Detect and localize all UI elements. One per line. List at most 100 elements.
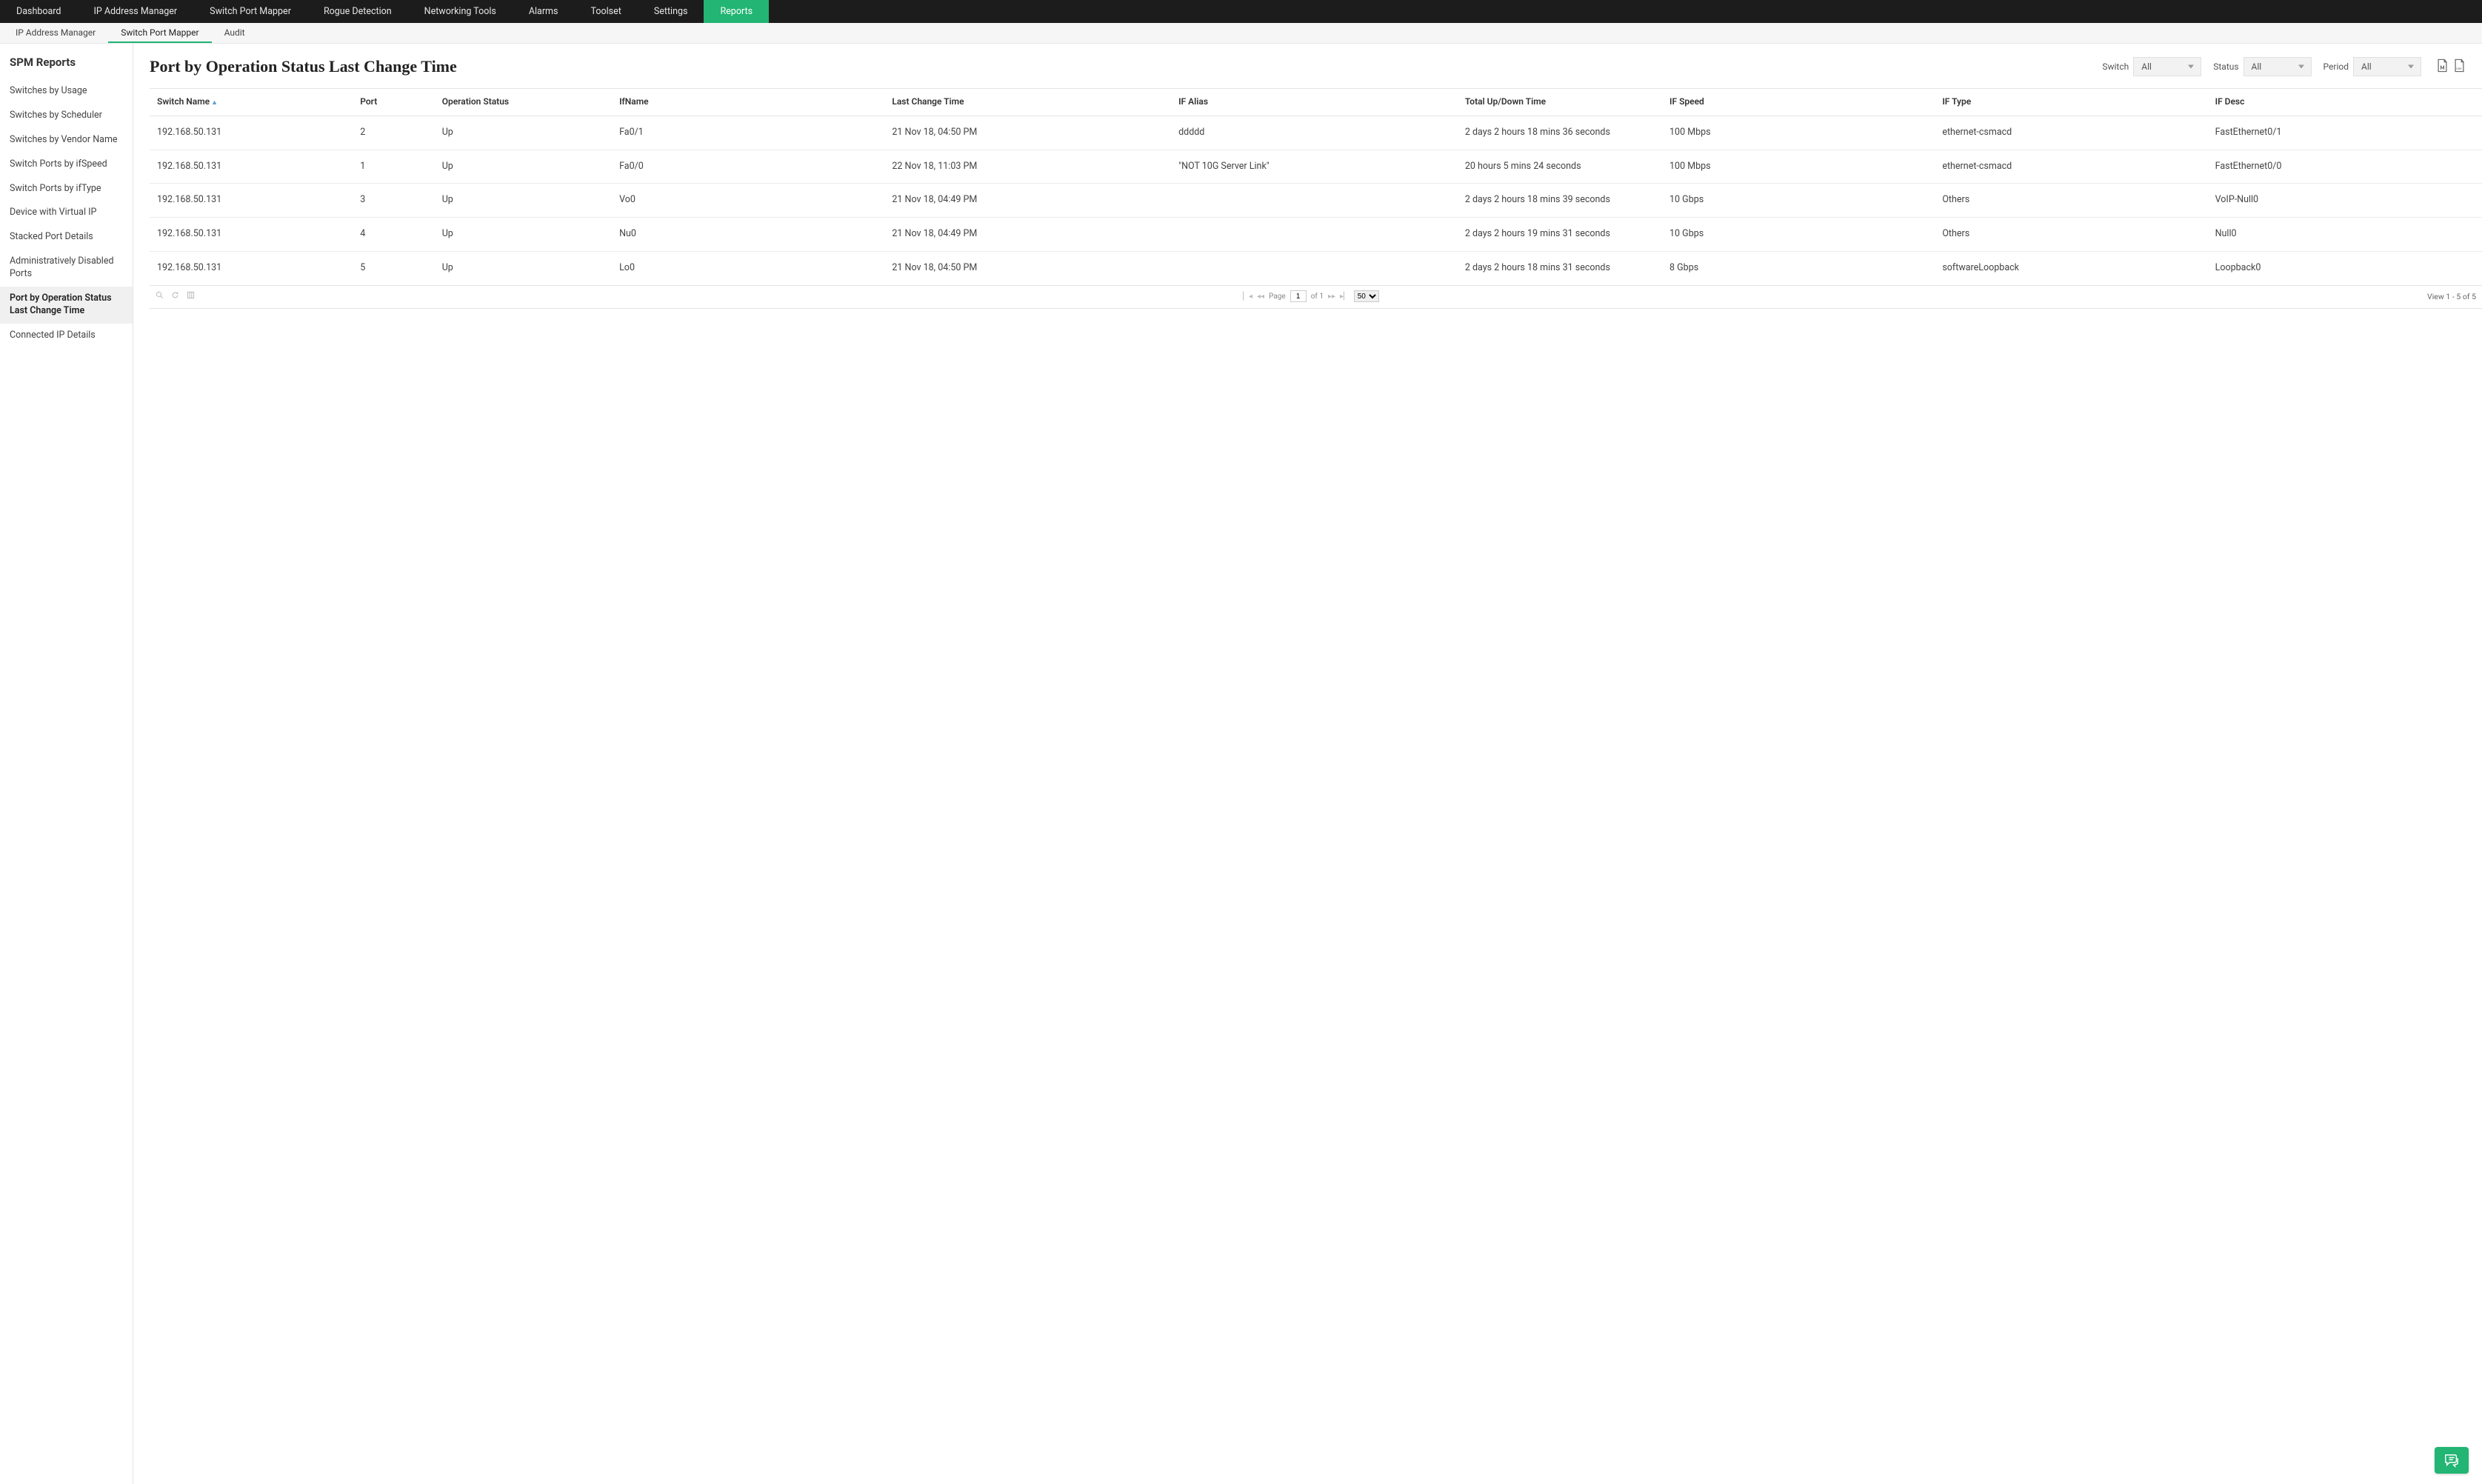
- column-header[interactable]: Last Change Time: [886, 89, 1172, 116]
- topnav-item-networking-tools[interactable]: Networking Tools: [408, 0, 513, 23]
- cell-alias: ddddd: [1172, 116, 1459, 150]
- cell-port: 2: [354, 116, 436, 150]
- table-footer: ▏◂ ◂◂ Page of 1 ▸▸ ▸▏ 50 View 1 - 5 of 5: [150, 286, 2482, 309]
- export-pdf-icon[interactable]: [2436, 59, 2449, 76]
- refresh-icon[interactable]: [171, 291, 179, 301]
- top-nav: DashboardIP Address ManagerSwitch Port M…: [0, 0, 2482, 23]
- pager-last-button[interactable]: ▸▏: [1340, 293, 1350, 301]
- cell-ifname: Nu0: [613, 218, 886, 252]
- cell-op: Up: [436, 184, 613, 218]
- cell-op: Up: [436, 116, 613, 150]
- cell-port: 1: [354, 150, 436, 184]
- topnav-item-alarms[interactable]: Alarms: [513, 0, 575, 23]
- cell-iftype: Others: [1936, 218, 2209, 252]
- column-header[interactable]: IfName: [613, 89, 886, 116]
- column-header[interactable]: Switch Name▲: [150, 89, 354, 116]
- sidebar-item[interactable]: Switches by Vendor Name: [0, 128, 133, 153]
- column-header[interactable]: IF Speed: [1664, 89, 1936, 116]
- column-header[interactable]: Operation Status: [436, 89, 613, 116]
- cell-updown: 2 days 2 hours 18 mins 39 seconds: [1459, 184, 1664, 218]
- cell-updown: 2 days 2 hours 18 mins 31 seconds: [1459, 252, 1664, 286]
- cell-switch: 192.168.50.131: [150, 252, 354, 286]
- cell-iftype: softwareLoopback: [1936, 252, 2209, 286]
- topnav-item-reports[interactable]: Reports: [704, 0, 769, 23]
- cell-updown: 20 hours 5 mins 24 seconds: [1459, 150, 1664, 184]
- search-icon[interactable]: [156, 291, 164, 301]
- subnav-item-ip-address-manager[interactable]: IP Address Manager: [3, 23, 108, 43]
- filter-bar: Switch All Status All Period All csv: [2102, 57, 2466, 76]
- filter-switch-label: Switch: [2102, 61, 2129, 72]
- pager-prev-button[interactable]: ◂◂: [1257, 293, 1264, 301]
- subnav-item-switch-port-mapper[interactable]: Switch Port Mapper: [108, 23, 211, 43]
- pager-size-select[interactable]: 50: [1354, 290, 1379, 302]
- cell-switch: 192.168.50.131: [150, 150, 354, 184]
- sidebar-item[interactable]: Stacked Port Details: [0, 225, 133, 250]
- cell-ifname: Vo0: [613, 184, 886, 218]
- column-header[interactable]: Port: [354, 89, 436, 116]
- sidebar-item[interactable]: Connected IP Details: [0, 324, 133, 348]
- cell-op: Up: [436, 252, 613, 286]
- cell-lct: 22 Nov 18, 11:03 PM: [886, 150, 1172, 184]
- cell-port: 3: [354, 184, 436, 218]
- pager-page-label: Page: [1269, 293, 1286, 301]
- cell-iftype: ethernet-csmacd: [1936, 116, 2209, 150]
- cell-ifname: Fa0/0: [613, 150, 886, 184]
- topnav-item-switch-port-mapper[interactable]: Switch Port Mapper: [193, 0, 307, 23]
- cell-alias: "NOT 10G Server Link": [1172, 150, 1459, 184]
- filter-switch-dropdown[interactable]: All: [2133, 57, 2201, 76]
- cell-ifdesc: Loopback0: [2209, 252, 2482, 286]
- table-row[interactable]: 192.168.50.1312UpFa0/121 Nov 18, 04:50 P…: [150, 116, 2482, 150]
- pager-page-input[interactable]: [1290, 290, 1307, 302]
- cell-ifname: Lo0: [613, 252, 886, 286]
- chat-button[interactable]: [2435, 1447, 2469, 1474]
- column-header[interactable]: Total Up/Down Time: [1459, 89, 1664, 116]
- column-header[interactable]: IF Alias: [1172, 89, 1459, 116]
- filter-period-dropdown[interactable]: All: [2353, 57, 2421, 76]
- table-row[interactable]: 192.168.50.1315UpLo021 Nov 18, 04:50 PM2…: [150, 252, 2482, 286]
- cell-speed: 10 Gbps: [1664, 184, 1936, 218]
- cell-ifdesc: FastEthernet0/0: [2209, 150, 2482, 184]
- table-row[interactable]: 192.168.50.1314UpNu021 Nov 18, 04:49 PM2…: [150, 218, 2482, 252]
- sidebar-item[interactable]: Switches by Scheduler: [0, 104, 133, 128]
- svg-text:csv: csv: [2456, 67, 2462, 70]
- table-row[interactable]: 192.168.50.1311UpFa0/022 Nov 18, 11:03 P…: [150, 150, 2482, 184]
- topnav-item-rogue-detection[interactable]: Rogue Detection: [307, 0, 408, 23]
- topnav-item-dashboard[interactable]: Dashboard: [0, 0, 77, 23]
- topnav-item-settings[interactable]: Settings: [638, 0, 704, 23]
- cell-iftype: Others: [1936, 184, 2209, 218]
- sidebar-item[interactable]: Port by Operation Status Last Change Tim…: [0, 287, 133, 324]
- cell-ifdesc: FastEthernet0/1: [2209, 116, 2482, 150]
- columns-icon[interactable]: [187, 291, 195, 301]
- topnav-item-toolset[interactable]: Toolset: [574, 0, 637, 23]
- pager-first-button[interactable]: ▏◂: [1243, 293, 1252, 301]
- cell-switch: 192.168.50.131: [150, 116, 354, 150]
- cell-lct: 21 Nov 18, 04:50 PM: [886, 252, 1172, 286]
- table-row[interactable]: 192.168.50.1313UpVo021 Nov 18, 04:49 PM2…: [150, 184, 2482, 218]
- filter-status-dropdown[interactable]: All: [2244, 57, 2312, 76]
- cell-alias: [1172, 184, 1459, 218]
- cell-lct: 21 Nov 18, 04:49 PM: [886, 184, 1172, 218]
- cell-lct: 21 Nov 18, 04:50 PM: [886, 116, 1172, 150]
- pager-page-of: of 1: [1311, 293, 1324, 301]
- sidebar-item[interactable]: Switches by Usage: [0, 79, 133, 104]
- sidebar-item[interactable]: Device with Virtual IP: [0, 201, 133, 225]
- cell-op: Up: [436, 218, 613, 252]
- pager-next-button[interactable]: ▸▸: [1328, 293, 1335, 301]
- cell-updown: 2 days 2 hours 19 mins 31 seconds: [1459, 218, 1664, 252]
- cell-ifdesc: VoIP-Null0: [2209, 184, 2482, 218]
- page-title: Port by Operation Status Last Change Tim…: [150, 57, 2102, 76]
- export-csv-icon[interactable]: csv: [2453, 59, 2466, 76]
- cell-speed: 100 Mbps: [1664, 150, 1936, 184]
- column-header[interactable]: IF Desc: [2209, 89, 2482, 116]
- sidebar-item[interactable]: Administratively Disabled Ports: [0, 250, 133, 287]
- topnav-item-ip-address-manager[interactable]: IP Address Manager: [77, 0, 193, 23]
- sidebar-item[interactable]: Switch Ports by ifSpeed: [0, 153, 133, 177]
- sidebar-item[interactable]: Switch Ports by ifType: [0, 177, 133, 201]
- cell-updown: 2 days 2 hours 18 mins 36 seconds: [1459, 116, 1664, 150]
- subnav-item-audit[interactable]: Audit: [212, 23, 258, 43]
- sidebar: SPM Reports Switches by UsageSwitches by…: [0, 44, 133, 1484]
- cell-lct: 21 Nov 18, 04:49 PM: [886, 218, 1172, 252]
- column-header[interactable]: IF Type: [1936, 89, 2209, 116]
- filter-status-label: Status: [2213, 61, 2238, 72]
- cell-alias: [1172, 252, 1459, 286]
